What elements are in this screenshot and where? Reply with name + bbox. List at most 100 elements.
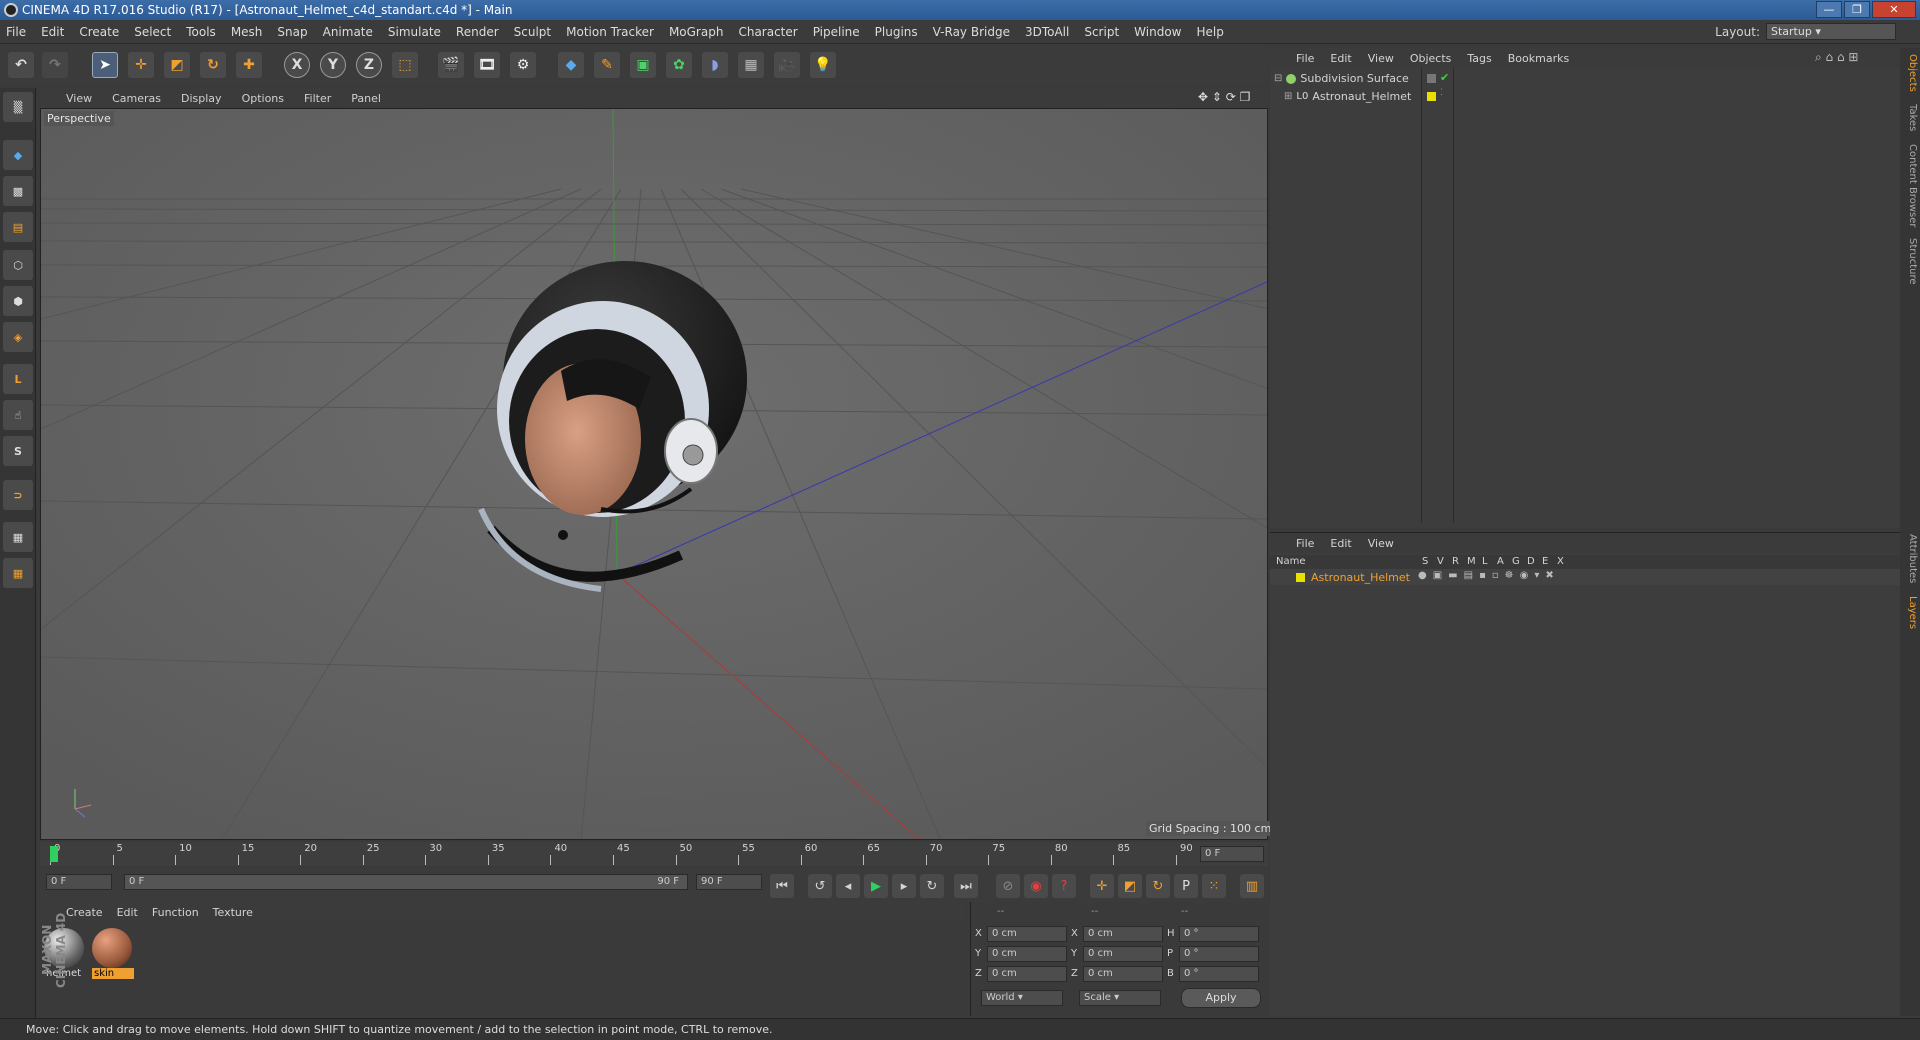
coordinate-system-icon[interactable]: ⬚ [392,52,418,78]
array-generator-icon[interactable]: ✿ [666,52,692,78]
layer-column-header[interactable]: A [1497,556,1504,567]
layer-column-header[interactable]: G [1512,556,1520,567]
viewport-menu-filter[interactable]: Filter [304,92,331,105]
layer-column-header[interactable]: R [1452,556,1459,567]
polygons-mode-icon[interactable]: ◈ [3,322,33,352]
layer-column-header[interactable]: M [1467,556,1476,567]
key-parameter-icon[interactable]: P [1174,874,1198,898]
menu-sculpt[interactable]: Sculpt [514,25,551,39]
close-button[interactable]: ✕ [1872,1,1916,18]
menu-3dtoall[interactable]: 3DToAll [1025,25,1069,39]
tab-takes[interactable]: Takes [1902,104,1918,131]
coord-scale-dropdown[interactable]: Scale ▾ [1079,990,1161,1006]
pen-spline-icon[interactable]: ✎ [594,52,620,78]
coord-value-field[interactable]: 0 cm [987,926,1067,942]
coord-value-field[interactable]: 0 cm [1083,926,1163,942]
edges-mode-icon[interactable]: ⬢ [3,286,33,316]
menu-create[interactable]: Create [79,25,119,39]
menu-render[interactable]: Render [456,25,499,39]
menu-plugins[interactable]: Plugins [875,25,918,39]
layer-column-header[interactable]: S [1422,556,1428,567]
tab-structure[interactable]: Structure [1902,238,1918,285]
cube-object-icon[interactable]: ◆ [558,52,584,78]
scale-tool-icon[interactable]: ◩ [164,52,190,78]
z-axis-icon[interactable]: Z [356,52,382,78]
previous-frame-icon[interactable]: ◂ [836,874,860,898]
magnet-icon[interactable]: ⊃ [3,480,33,510]
menu-script[interactable]: Script [1084,25,1119,39]
next-key-icon[interactable]: ↻ [920,874,944,898]
deformer-icon[interactable]: ◗ [702,52,728,78]
om-menu-tags[interactable]: Tags [1467,52,1491,65]
menu-help[interactable]: Help [1196,25,1223,39]
perspective-viewport[interactable] [40,108,1268,840]
key-position-icon[interactable]: ✛ [1090,874,1114,898]
floor-object-icon[interactable]: ▦ [738,52,764,78]
previous-key-icon[interactable]: ↺ [808,874,832,898]
frame-range-slider[interactable]: 0 F 90 F [124,874,688,890]
render-settings-icon[interactable]: ⚙ [510,52,536,78]
collapse-icon[interactable]: ⊟ [1274,73,1282,84]
coord-world-dropdown[interactable]: World ▾ [981,990,1063,1006]
timeline-window-icon[interactable]: ▥ [1240,874,1264,898]
locked-workplane-icon[interactable]: ▦ [3,522,33,552]
layer-column-header[interactable]: Name [1276,556,1306,567]
points-mode-icon[interactable]: ⬡ [3,250,33,280]
viewport-menu-panel[interactable]: Panel [351,92,381,105]
coord-value-field[interactable]: 0 ° [1179,946,1259,962]
viewport-menu-options[interactable]: Options [242,92,284,105]
material-menu-texture[interactable]: Texture [213,906,253,919]
camera-object-icon[interactable]: 🎥 [774,52,800,78]
menu-select[interactable]: Select [134,25,171,39]
om-menu-bookmarks[interactable]: Bookmarks [1508,52,1569,65]
x-axis-icon[interactable]: X [284,52,310,78]
model-mode-icon[interactable]: ◆ [3,140,33,170]
go-to-start-icon[interactable]: ⏮ [770,874,794,898]
lm-menu-file[interactable]: File [1296,537,1314,550]
viewport-menu-cameras[interactable]: Cameras [112,92,161,105]
layout-dropdown[interactable]: Startup ▾ [1766,23,1896,40]
render-picture-viewer-icon[interactable]: 🎞 [474,52,500,78]
om-menu-view[interactable]: View [1368,52,1394,65]
menu-motion-tracker[interactable]: Motion Tracker [566,25,654,39]
enabled-check-icon[interactable]: ✔ [1440,71,1449,84]
auto-keying-icon[interactable]: ◉ [1024,874,1048,898]
minimize-button[interactable]: — [1816,1,1842,18]
layer-flag-icons[interactable]: ●▣▬▤▪▫☸◉▾✖ [1418,570,1560,581]
material-skin[interactable]: skin [92,928,134,984]
move-tool-icon[interactable]: ✛ [128,52,154,78]
om-search-icon[interactable]: ⌕ ⌂ ⌂ ⊞ [1815,50,1858,65]
end-frame-field[interactable]: 90 F [696,874,762,890]
layer-column-header[interactable]: X [1557,556,1564,567]
menu-pipeline[interactable]: Pipeline [813,25,860,39]
maximize-button[interactable]: ❐ [1844,1,1870,18]
menu-mesh[interactable]: Mesh [231,25,263,39]
coord-value-field[interactable]: 0 ° [1179,926,1259,942]
coord-value-field[interactable]: 0 cm [987,966,1067,982]
make-editable-icon[interactable]: ▒ [3,92,33,122]
coord-value-field[interactable]: 0 cm [1083,946,1163,962]
layer-column-header[interactable]: E [1542,556,1548,567]
snapping-icon[interactable]: S [3,436,33,466]
om-menu-objects[interactable]: Objects [1410,52,1452,65]
material-menu-edit[interactable]: Edit [117,906,138,919]
redo-icon[interactable]: ↷ [42,52,68,78]
viewport-menu-display[interactable]: Display [181,92,222,105]
object-row[interactable]: ⊟ Subdivision Surface [1274,72,1409,85]
menu-file[interactable]: File [6,25,26,39]
expand-icon[interactable]: ⊞ [1284,91,1292,102]
layer-color-swatch[interactable] [1427,74,1436,83]
subdivision-surface-icon[interactable]: ▣ [630,52,656,78]
tab-content-browser[interactable]: Content Browser [1902,144,1918,227]
axis-mode-icon[interactable]: L [3,364,33,394]
play-icon[interactable]: ▶ [864,874,888,898]
key-point-level-icon[interactable]: ⁙ [1202,874,1226,898]
lm-menu-view[interactable]: View [1368,537,1394,550]
menu-mograph[interactable]: MoGraph [669,25,724,39]
select-tool-icon[interactable]: ➤ [92,52,118,78]
menu-v-ray-bridge[interactable]: V-Ray Bridge [933,25,1010,39]
render-view-icon[interactable]: 🎬 [438,52,464,78]
workplane-mode-icon[interactable]: ▤ [3,212,33,242]
layer-column-header[interactable]: L [1482,556,1488,567]
key-rotation-icon[interactable]: ↻ [1146,874,1170,898]
